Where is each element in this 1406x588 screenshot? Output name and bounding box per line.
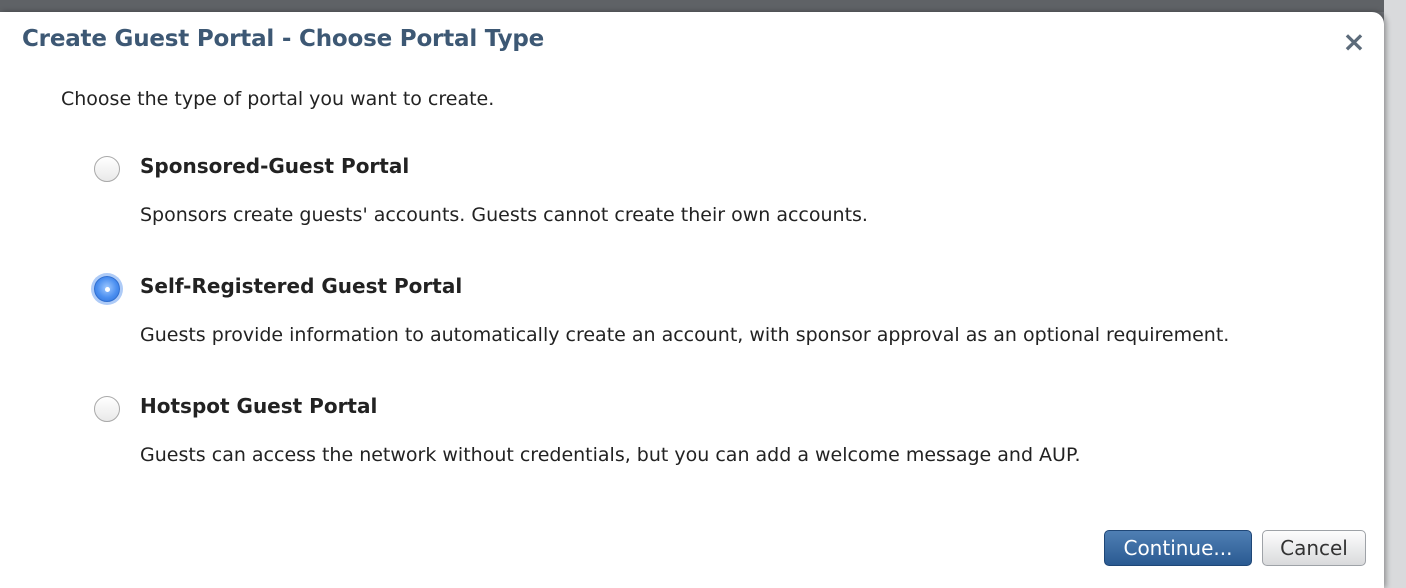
- option-description: Guests provide information to automatica…: [140, 324, 1230, 346]
- option-label[interactable]: Hotspot Guest Portal: [140, 394, 377, 418]
- radio-hotspot-guest-portal[interactable]: [94, 396, 120, 422]
- option-label[interactable]: Sponsored-Guest Portal: [140, 154, 409, 178]
- option-description: Guests can access the network without cr…: [140, 444, 1081, 466]
- backdrop-panel: [1384, 0, 1406, 588]
- dialog-prompt: Choose the type of portal you want to cr…: [61, 88, 495, 110]
- radio-sponsored-guest-portal[interactable]: [94, 156, 120, 182]
- option-label[interactable]: Self-Registered Guest Portal: [140, 274, 462, 298]
- backdrop: [0, 0, 1406, 12]
- choose-portal-type-dialog: Create Guest Portal - Choose Portal Type…: [0, 12, 1384, 588]
- radio-self-registered-guest-portal[interactable]: [94, 276, 120, 302]
- close-icon[interactable]: ×: [1338, 28, 1370, 60]
- option-description: Sponsors create guests' accounts. Guests…: [140, 204, 868, 226]
- continue-button[interactable]: Continue...: [1104, 530, 1252, 566]
- dialog-title: Create Guest Portal - Choose Portal Type: [22, 26, 545, 52]
- cancel-button[interactable]: Cancel: [1262, 530, 1366, 566]
